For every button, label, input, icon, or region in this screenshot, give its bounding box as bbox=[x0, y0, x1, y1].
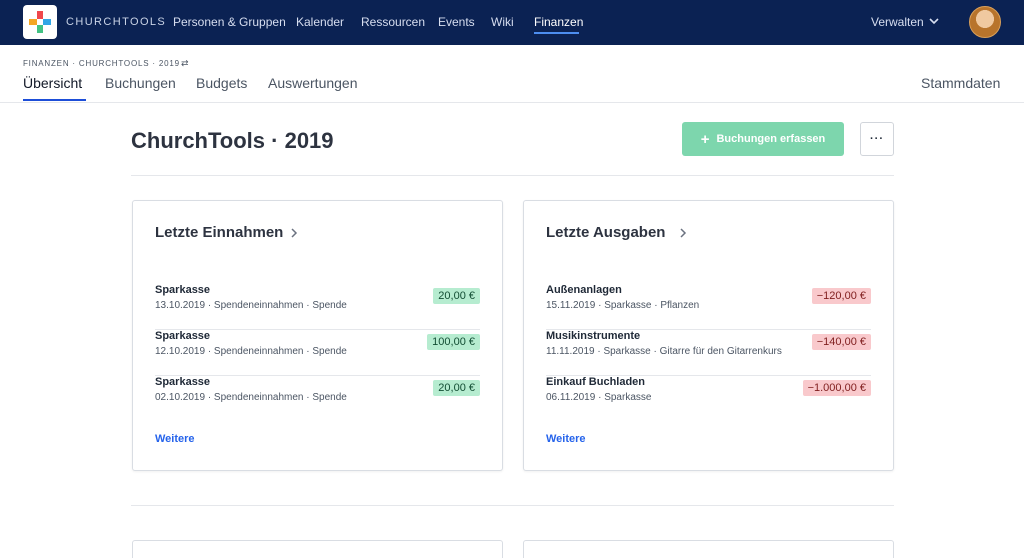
brand-name: CHURCHTOOLS bbox=[66, 16, 167, 28]
chevron-right-icon[interactable] bbox=[290, 228, 298, 238]
expense-amount-badge: −120,00 € bbox=[811, 288, 871, 304]
expense-amount-badge: −1.000,00 € bbox=[802, 380, 871, 396]
user-avatar[interactable] bbox=[969, 6, 1001, 38]
income-card: Letzte Einnahmen Sparkasse 13.10.2019 · … bbox=[132, 200, 503, 471]
expense-row-meta: 15.11.2019 · Sparkasse · Pflanzen bbox=[546, 300, 700, 311]
nav-wiki[interactable]: Wiki bbox=[491, 15, 514, 29]
page-title: ChurchTools · 2019 bbox=[131, 128, 334, 153]
expense-row-name: Musikinstrumente bbox=[546, 330, 641, 342]
breadcrumb: FINANZEN · CHURCHTOOLS · 2019 bbox=[23, 59, 180, 68]
expense-row-name: Einkauf Buchladen bbox=[546, 376, 646, 388]
subheader-divider bbox=[0, 102, 1024, 103]
income-row-name: Sparkasse bbox=[155, 330, 211, 342]
income-row[interactable]: Sparkasse 02.10.2019 · Spendeneinnahmen … bbox=[155, 376, 480, 422]
expenses-more-link[interactable]: Weitere bbox=[546, 433, 586, 445]
nav-personen-gruppen[interactable]: Personen & Gruppen bbox=[173, 15, 286, 29]
expense-row[interactable]: Musikinstrumente 11.11.2019 · Sparkasse … bbox=[546, 330, 871, 376]
nav-events[interactable]: Events bbox=[438, 15, 475, 29]
churchtools-logo-icon[interactable] bbox=[23, 5, 57, 39]
bottom-card-right bbox=[523, 540, 894, 558]
chevron-right-icon[interactable] bbox=[679, 228, 687, 238]
expenses-card-title[interactable]: Letzte Ausgaben bbox=[546, 224, 665, 241]
expense-row-meta: 11.11.2019 · Sparkasse · Gitarre für den… bbox=[546, 346, 782, 357]
expense-row-name: Außenanlagen bbox=[546, 284, 622, 296]
income-amount-badge: 20,00 € bbox=[433, 380, 480, 396]
section-divider bbox=[131, 505, 894, 506]
nav-finanzen[interactable]: Finanzen bbox=[534, 15, 583, 29]
more-options-button[interactable]: ··· bbox=[860, 122, 894, 156]
tab-budgets[interactable]: Budgets bbox=[196, 75, 247, 91]
income-amount-badge: 20,00 € bbox=[433, 288, 480, 304]
bottom-card-left bbox=[132, 540, 503, 558]
expenses-card: Letzte Ausgaben Außenanlagen 15.11.2019 … bbox=[523, 200, 894, 471]
tab-uebersicht[interactable]: Übersicht bbox=[23, 75, 82, 91]
plus-icon: + bbox=[700, 130, 710, 148]
buchungen-erfassen-button[interactable]: + Buchungen erfassen bbox=[682, 122, 844, 156]
income-row-name: Sparkasse bbox=[155, 376, 211, 388]
income-more-link[interactable]: Weitere bbox=[155, 433, 195, 445]
nav-kalender[interactable]: Kalender bbox=[296, 15, 344, 29]
tab-buchungen[interactable]: Buchungen bbox=[105, 75, 176, 91]
expense-row[interactable]: Außenanlagen 15.11.2019 · Sparkasse · Pf… bbox=[546, 284, 871, 330]
income-card-title[interactable]: Letzte Einnahmen bbox=[155, 224, 283, 241]
income-row-name: Sparkasse bbox=[155, 284, 211, 296]
expense-row[interactable]: Einkauf Buchladen 06.11.2019 · Sparkasse… bbox=[546, 376, 871, 422]
income-row-meta: 02.10.2019 · Spendeneinnahmen · Spende bbox=[155, 392, 347, 403]
income-row[interactable]: Sparkasse 13.10.2019 · Spendeneinnahmen … bbox=[155, 284, 480, 330]
expense-amount-badge: −140,00 € bbox=[811, 334, 871, 350]
swap-icon[interactable]: ⇄ bbox=[181, 58, 189, 69]
tab-active-indicator bbox=[23, 99, 86, 101]
stammdaten-link[interactable]: Stammdaten bbox=[921, 75, 1000, 91]
income-amount-badge: 100,00 € bbox=[427, 334, 480, 350]
expense-row-meta: 06.11.2019 · Sparkasse bbox=[546, 392, 652, 403]
nav-ressourcen[interactable]: Ressourcen bbox=[361, 15, 425, 29]
income-row-meta: 13.10.2019 · Spendeneinnahmen · Spende bbox=[155, 300, 347, 311]
top-navigation: CHURCHTOOLS Personen & Gruppen Kalender … bbox=[0, 0, 1024, 45]
nav-active-indicator bbox=[534, 32, 579, 34]
manage-menu[interactable]: Verwalten bbox=[871, 15, 924, 29]
chevron-down-icon[interactable] bbox=[929, 17, 939, 25]
tab-auswertungen[interactable]: Auswertungen bbox=[268, 75, 358, 91]
buchungen-erfassen-label: Buchungen erfassen bbox=[716, 133, 826, 145]
income-row-meta: 12.10.2019 · Spendeneinnahmen · Spende bbox=[155, 346, 347, 357]
income-row[interactable]: Sparkasse 12.10.2019 · Spendeneinnahmen … bbox=[155, 330, 480, 376]
title-divider bbox=[131, 175, 894, 176]
